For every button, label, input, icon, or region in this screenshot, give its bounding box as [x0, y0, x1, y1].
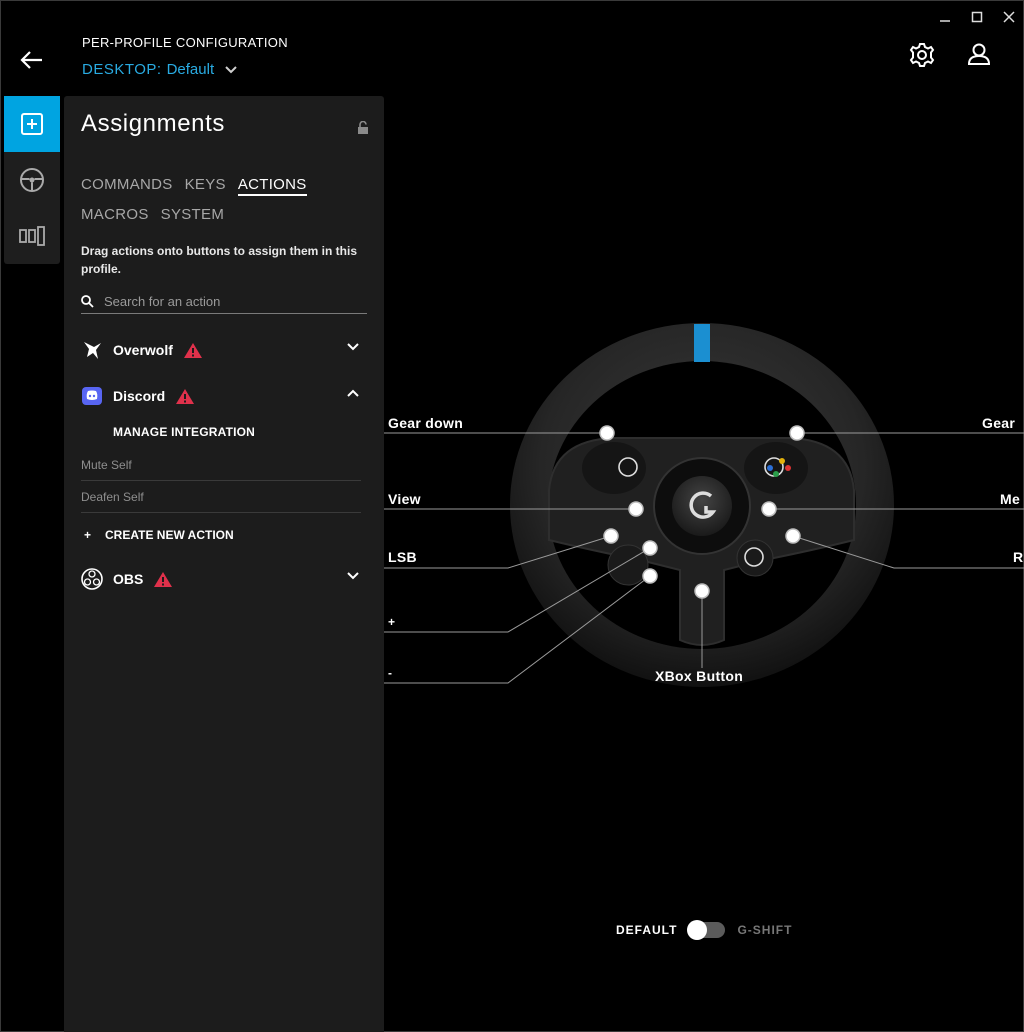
chevron-down-icon [347, 343, 359, 351]
callout-rsb: R [1013, 549, 1024, 565]
tab-macros[interactable]: MACROS [81, 200, 149, 230]
action-deafen-self[interactable]: Deafen Self [81, 481, 361, 513]
account-button[interactable] [964, 40, 994, 70]
create-action-label: CREATE NEW ACTION [105, 528, 234, 542]
rail-pedals[interactable] [4, 208, 60, 264]
tab-system[interactable]: SYSTEM [161, 200, 224, 230]
group-overwolf[interactable]: Overwolf [81, 335, 367, 365]
arrow-left-icon [20, 51, 42, 69]
warning-triangle-icon [154, 571, 173, 587]
panel-title: Assignments [81, 110, 225, 137]
manage-integration-link[interactable]: MANAGE INTEGRATION [113, 425, 255, 439]
hotspot-menu[interactable] [761, 501, 777, 517]
group-obs[interactable]: OBS [81, 564, 367, 594]
bars-icon [19, 226, 45, 246]
callout-xbox: XBox Button [655, 668, 744, 684]
callout-view: View [388, 491, 421, 507]
gear-icon [909, 43, 935, 67]
minimize-icon [940, 20, 950, 22]
maximize-button[interactable] [967, 8, 987, 26]
tab-bar: COMMANDS KEYS ACTIONS MACROS SYSTEM [81, 170, 371, 230]
group-name: OBS [113, 571, 144, 587]
hotspot-gear-up[interactable] [789, 425, 805, 441]
callout-menu: Me [1000, 491, 1021, 507]
mode-gshift-label: G-SHIFT [737, 923, 793, 937]
callout-plus: + [388, 615, 396, 629]
toggle-knob [687, 920, 708, 940]
group-discord[interactable]: Discord [81, 381, 367, 411]
tab-commands[interactable]: COMMANDS [81, 170, 173, 200]
close-button[interactable] [999, 8, 1019, 26]
close-icon [1003, 11, 1015, 23]
steering-wheel-icon [20, 168, 44, 192]
rail-assignments[interactable] [4, 96, 60, 152]
user-icon [967, 43, 991, 65]
plus-icon: + [84, 528, 92, 542]
mode-toggle-group: DEFAULT G-SHIFT [616, 920, 793, 940]
group-name: Overwolf [113, 342, 173, 358]
mode-default-label: DEFAULT [616, 923, 678, 937]
hotspot-plus[interactable] [642, 540, 658, 556]
center-marker [694, 324, 710, 362]
minimize-button[interactable] [935, 8, 955, 26]
warning-triangle-icon [183, 342, 202, 358]
unlock-icon [358, 120, 368, 134]
hotspot-lsb[interactable] [603, 528, 619, 544]
settings-button[interactable] [907, 40, 937, 70]
profile-value: Default [166, 61, 215, 78]
wheel-diagram [384, 323, 1024, 687]
action-mute-self[interactable]: Mute Self [81, 449, 361, 481]
hotspot-minus[interactable] [642, 568, 658, 584]
create-action-button[interactable]: + CREATE NEW ACTION [84, 528, 234, 542]
overwolf-icon [84, 342, 101, 359]
callout-gear-down: Gear down [388, 415, 464, 431]
tab-keys[interactable]: KEYS [185, 170, 226, 200]
search-bar [81, 290, 367, 314]
hotspot-gear-down[interactable] [599, 425, 615, 441]
maximize-icon [971, 11, 983, 23]
group-name: Discord [113, 388, 166, 404]
profile-selector[interactable]: DESKTOP: Default [82, 61, 237, 78]
hotspot-view[interactable] [628, 501, 644, 517]
obs-icon [81, 568, 103, 590]
hotspot-xbox[interactable] [694, 583, 710, 599]
callout-gear-up: Gear [982, 415, 1016, 431]
chevron-up-icon [347, 389, 359, 397]
assignments-panel: Assignments COMMANDS KEYS ACTIONS MACROS SY… [64, 96, 384, 1032]
chevron-down-icon [347, 572, 359, 580]
gshift-toggle[interactable] [687, 920, 726, 940]
back-button[interactable] [18, 47, 46, 73]
discord-icon [82, 387, 102, 405]
chevron-down-icon [225, 65, 237, 73]
callout-minus: - [388, 666, 393, 680]
plus-square-icon [21, 113, 43, 135]
page-title: PER-PROFILE CONFIGURATION [82, 35, 288, 50]
panel-description: Drag actions onto buttons to assign them… [81, 244, 358, 276]
profile-label: DESKTOP: [82, 61, 162, 78]
search-icon [81, 295, 94, 308]
search-input[interactable] [104, 294, 354, 309]
side-rail [4, 96, 60, 264]
hotspot-rsb[interactable] [785, 528, 801, 544]
tab-actions[interactable]: ACTIONS [237, 176, 307, 196]
lock-button[interactable] [357, 120, 369, 139]
callout-lsb: LSB [388, 549, 417, 565]
warning-triangle-icon [176, 388, 195, 404]
rail-wheel-settings[interactable] [4, 152, 60, 208]
